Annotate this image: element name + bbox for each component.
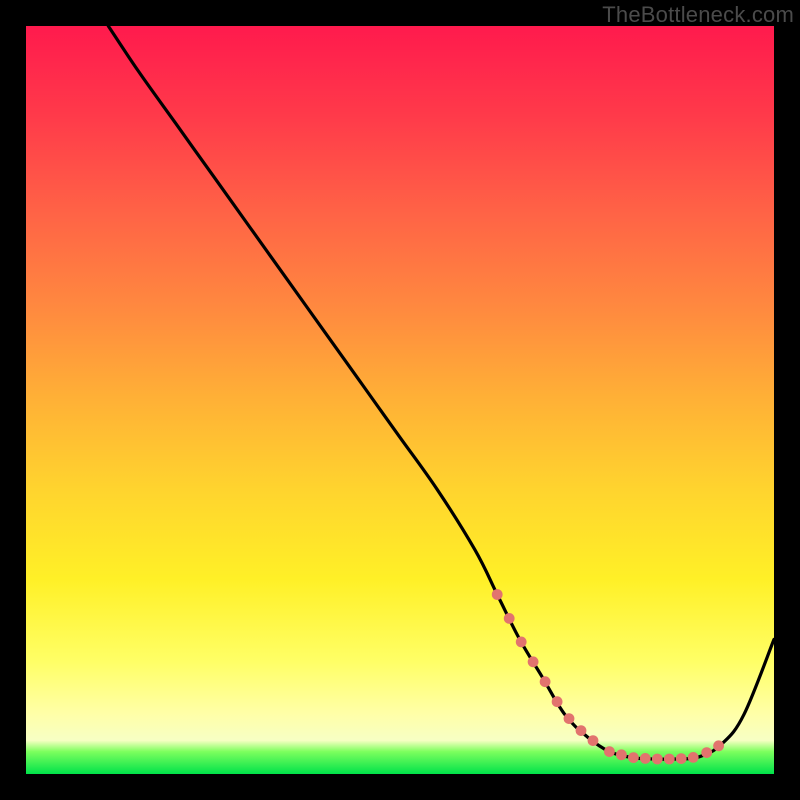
marker-dot xyxy=(628,752,639,763)
marker-dot xyxy=(688,752,699,763)
marker-dots xyxy=(492,589,724,764)
marker-dot xyxy=(616,749,627,760)
marker-dot xyxy=(564,713,575,724)
bottleneck-curve xyxy=(108,26,774,759)
marker-dot xyxy=(552,696,563,707)
chart-frame xyxy=(26,26,774,774)
marker-dot xyxy=(588,735,599,746)
marker-dot xyxy=(528,656,539,667)
marker-dot xyxy=(664,754,675,765)
marker-dot xyxy=(701,747,712,758)
marker-dot xyxy=(640,753,651,764)
chart-svg xyxy=(26,26,774,774)
marker-dot xyxy=(504,613,515,624)
marker-dot xyxy=(540,676,551,687)
marker-dot xyxy=(713,740,724,751)
marker-dot xyxy=(604,746,615,757)
watermark-text: TheBottleneck.com xyxy=(602,2,794,28)
marker-dot xyxy=(516,637,527,648)
marker-dot xyxy=(492,589,503,600)
marker-dot xyxy=(652,754,663,765)
marker-dot xyxy=(576,725,587,736)
marker-dot xyxy=(676,753,687,764)
